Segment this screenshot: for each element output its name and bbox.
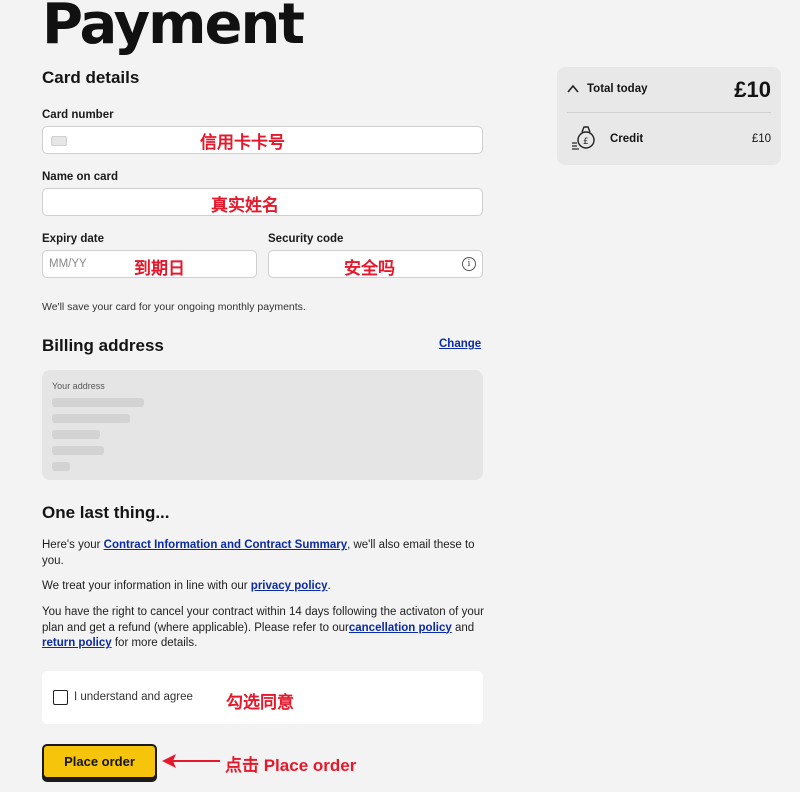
total-today-value: £10 (734, 77, 771, 102)
address-line (52, 398, 144, 407)
card-details-heading: Card details (42, 68, 140, 87)
privacy-text: We treat your information in line with o… (42, 580, 251, 592)
cancellation-text-end: for more details. (111, 637, 198, 649)
address-line (52, 462, 70, 471)
cancellation-policy-link[interactable]: cancellation policy (349, 622, 452, 634)
summary-divider (567, 112, 771, 113)
expiry-date-label: Expiry date (42, 233, 104, 245)
money-bag-icon: £ (572, 126, 595, 150)
chevron-up-icon[interactable] (567, 84, 579, 93)
annotation-agree: 勾选同意 (226, 693, 294, 712)
address-line (52, 414, 130, 423)
privacy-policy-link[interactable]: privacy policy (251, 580, 328, 592)
annotation-expiry: 到期日 (134, 259, 185, 278)
billing-address-heading: Billing address (42, 336, 164, 355)
annotation-place-order: 点击 Place order (225, 756, 357, 775)
one-last-thing-heading: One last thing... (42, 503, 170, 522)
credit-label: Credit (610, 133, 644, 145)
arrow-left-icon (162, 754, 220, 768)
expiry-placeholder: MM/YY (49, 258, 87, 270)
cancellation-paragraph: You have the right to cancel your contra… (42, 605, 487, 652)
contract-summary-link[interactable]: Contract Information and Contract Summar… (104, 539, 347, 551)
annotation-card-number: 信用卡卡号 (200, 133, 285, 152)
address-line (52, 430, 100, 439)
card-icon (51, 136, 67, 146)
security-code-label: Security code (268, 233, 344, 245)
agree-label[interactable]: I understand and agree (74, 691, 193, 703)
annotation-name: 真实姓名 (211, 196, 279, 215)
contract-paragraph: Here's your Contract Information and Con… (42, 538, 487, 569)
contract-text: Here's your (42, 539, 104, 551)
annotation-security: 安全吗 (344, 259, 395, 278)
privacy-paragraph: We treat your information in line with o… (42, 579, 487, 595)
address-label: Your address (52, 381, 105, 391)
cancellation-text-mid: and (451, 621, 475, 634)
svg-text:£: £ (583, 137, 589, 147)
card-number-label: Card number (42, 109, 114, 121)
page-title: Payment (42, 0, 305, 57)
save-card-note: We'll save your card for your ongoing mo… (42, 301, 306, 313)
change-address-link[interactable]: Change (439, 338, 481, 350)
info-icon[interactable]: i (462, 257, 476, 271)
order-summary-panel: Total today £10 £ Credit £10 (557, 67, 781, 165)
address-line (52, 446, 104, 455)
return-policy-link[interactable]: return policy (42, 637, 112, 649)
credit-value: £10 (751, 133, 771, 145)
address-box: Your address (42, 370, 483, 480)
total-today-label: Total today (587, 83, 648, 95)
name-on-card-label: Name on card (42, 171, 119, 183)
privacy-text-end: . (327, 580, 331, 592)
agree-checkbox[interactable] (53, 690, 68, 705)
place-order-button[interactable]: Place order (42, 744, 157, 779)
